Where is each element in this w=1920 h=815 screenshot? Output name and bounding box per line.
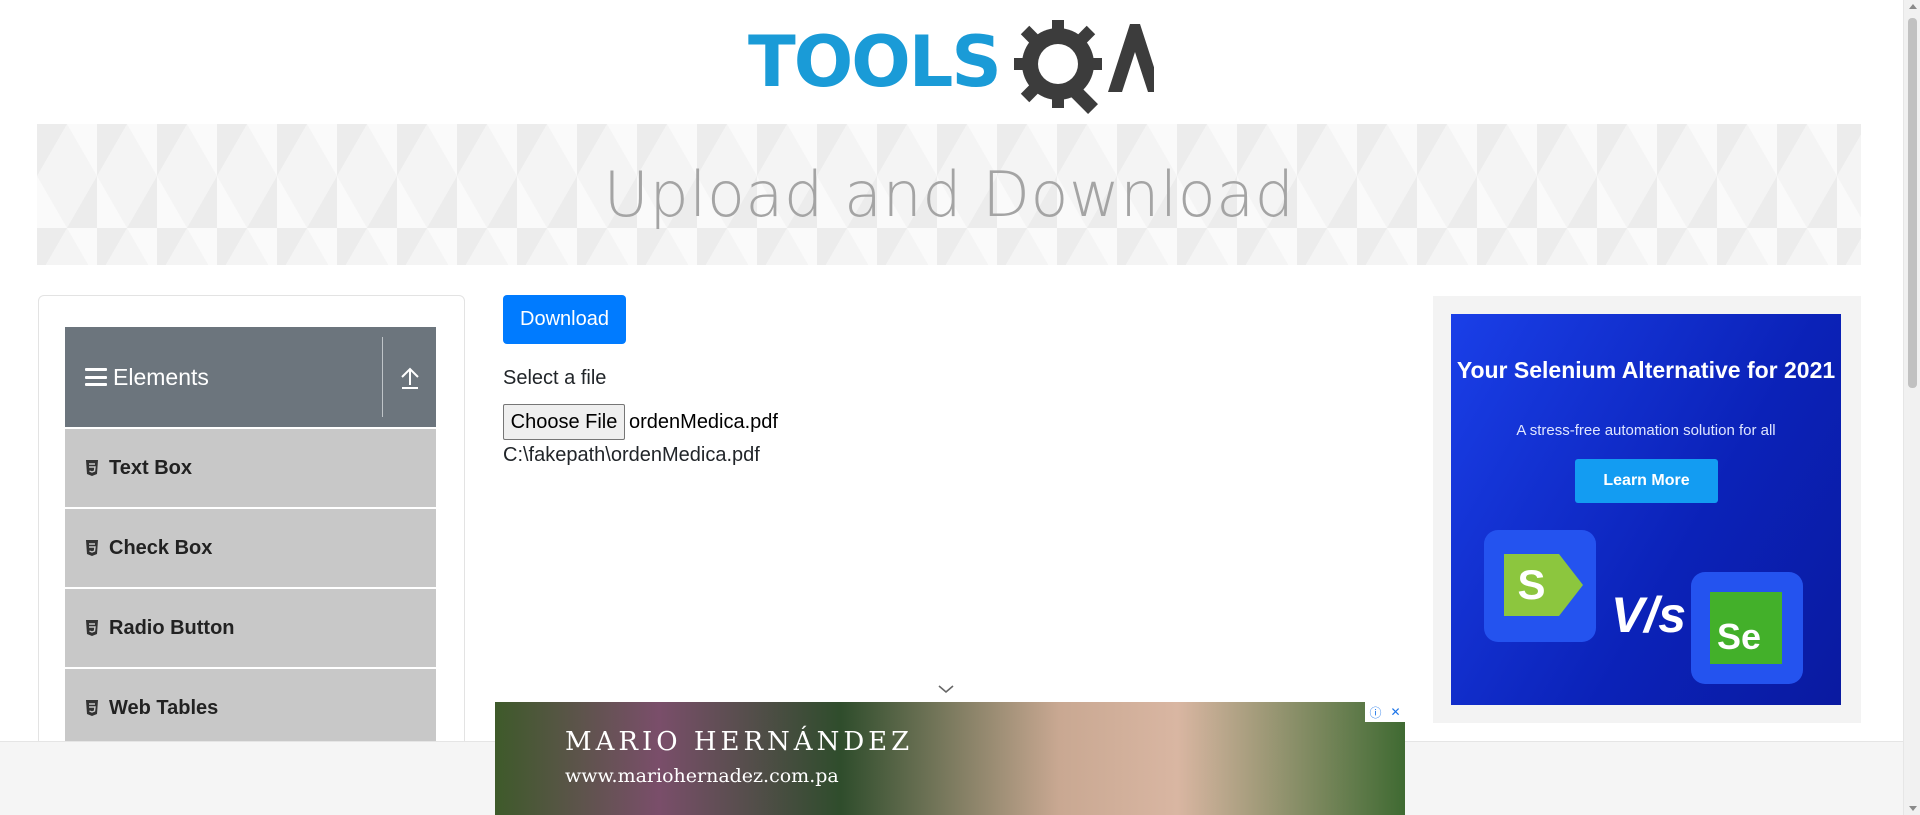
sidebar-item-radio-button[interactable]: Radio Button — [65, 589, 436, 667]
header-divider — [382, 337, 383, 417]
sidebar-group-elements[interactable]: Elements — [65, 327, 436, 427]
katalon-logo-letter: S — [1504, 554, 1559, 616]
page-banner: Upload and Download — [37, 124, 1861, 265]
html5-icon — [86, 460, 98, 476]
logo-a-letter — [1108, 24, 1162, 92]
ad-brand-name: MARIO HERNÁNDEZ — [565, 727, 914, 757]
ad-headline: Your Selenium Alternative for 2021 — [1456, 357, 1836, 383]
sidebar-group-label: Elements — [113, 363, 209, 390]
ad-subline: A stress-free automation solution for al… — [1516, 422, 1776, 439]
gear-magnifier-icon — [1014, 20, 1102, 114]
sidebar-item-label: Text Box — [109, 456, 192, 479]
hamburger-icon — [85, 368, 107, 386]
html5-icon — [86, 620, 98, 636]
sidebar-item-label: Radio Button — [109, 616, 235, 639]
selenium-logo: Se — [1691, 572, 1803, 684]
choose-file-button[interactable]: Choose File — [503, 404, 625, 440]
logo-graphic: TOOLS — [748, 20, 1162, 114]
scroll-up-arrow-icon[interactable] — [1908, 4, 1917, 9]
page-title: Upload and Download — [603, 158, 1295, 231]
svg-text:TOOLS: TOOLS — [748, 21, 1000, 103]
ad-choices-badge[interactable]: ⓘ ✕ — [1365, 702, 1405, 722]
learn-more-button[interactable]: Learn More — [1575, 459, 1718, 503]
selenium-logo-letters: Se — [1710, 592, 1782, 664]
upload-arrow-icon[interactable] — [395, 363, 425, 393]
scroll-thumb[interactable] — [1908, 18, 1917, 388]
katalon-logo-arrow — [1559, 554, 1583, 616]
katalon-logo: S — [1484, 530, 1596, 642]
sidebar-item-web-tables[interactable]: Web Tables — [65, 669, 436, 747]
left-sidebar: Elements Text Box Check Box Radio Button… — [38, 295, 465, 815]
uploaded-file-path: C:\fakepath\ordenMedica.pdf — [503, 444, 760, 466]
ad-info-icon[interactable]: ⓘ — [1369, 704, 1381, 721]
sidebar-item-text-box[interactable]: Text Box — [65, 429, 436, 507]
sidebar-item-check-box[interactable]: Check Box — [65, 509, 436, 587]
page-scrollbar[interactable] — [1903, 0, 1920, 815]
right-ad-container: Your Selenium Alternative for 2021 A str… — [1433, 296, 1861, 723]
sidebar-item-label: Check Box — [109, 536, 213, 559]
scroll-down-arrow-icon[interactable] — [1908, 806, 1917, 811]
toolsqa-logo[interactable]: TOOLS — [748, 18, 1162, 116]
chosen-file-name: ordenMedica.pdf — [629, 411, 778, 433]
close-icon[interactable]: ✕ — [1390, 705, 1400, 719]
select-file-label: Select a file — [503, 367, 607, 389]
download-button[interactable]: Download — [503, 295, 626, 344]
versus-text: V/s — [1611, 587, 1687, 643]
html5-icon — [86, 540, 98, 556]
selenium-alternative-ad[interactable]: Your Selenium Alternative for 2021 A str… — [1451, 314, 1841, 705]
bottom-banner-ad[interactable]: MARIO HERNÁNDEZ www.mariohernadez.com.pa… — [495, 702, 1405, 815]
html5-icon — [86, 700, 98, 716]
ad-brand-url: www.mariohernadez.com.pa — [565, 765, 839, 787]
chevron-down-icon[interactable] — [937, 683, 955, 695]
sidebar-item-label: Web Tables — [109, 696, 219, 719]
